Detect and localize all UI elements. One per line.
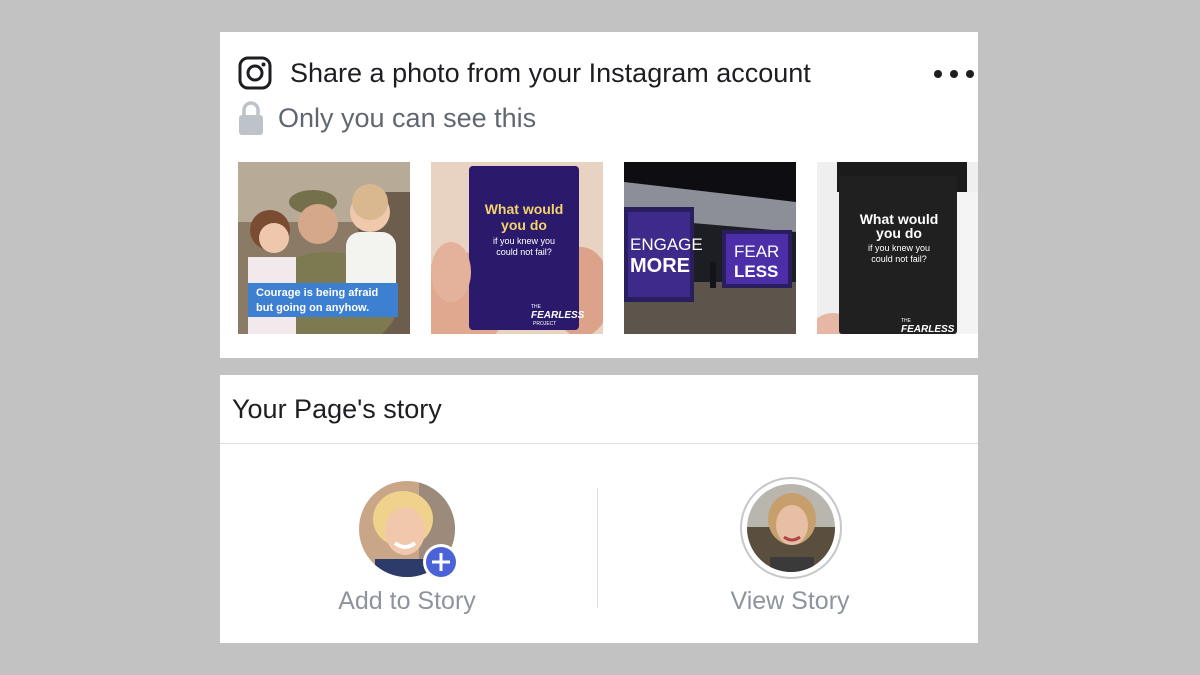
privacy-indicator: Only you can see this xyxy=(238,100,838,136)
card-brand: FEARLESS xyxy=(901,324,955,334)
add-to-story-button[interactable]: Add to Story xyxy=(307,475,507,625)
card-photo-icon: What would you do if you knew you could … xyxy=(431,162,603,334)
banner-text: FEAR xyxy=(734,242,779,261)
banner-text: ENGAGE xyxy=(630,235,703,254)
photo-overlay-line: but going on anyhow. xyxy=(256,302,369,314)
lock-icon xyxy=(239,101,263,135)
card-heading: you do xyxy=(501,217,547,233)
more-options-button[interactable] xyxy=(934,62,974,86)
banner-text: LESS xyxy=(734,262,778,281)
page-story-title: Your Page's story xyxy=(232,394,442,424)
card-brand-bottom: PROJECT xyxy=(533,321,556,327)
add-to-story-label: Add to Story xyxy=(338,587,476,615)
card-body: if you knew you xyxy=(493,236,555,246)
banner-text: MORE xyxy=(630,255,690,277)
card-heading: What would xyxy=(485,201,564,217)
divider xyxy=(220,443,978,444)
view-story-label: View Story xyxy=(730,587,850,615)
card-photo-icon: What would you do if you knew you could … xyxy=(817,162,978,334)
instagram-share-header: Share a photo from your Instagram accoun… xyxy=(238,56,974,92)
instagram-share-title: Share a photo from your Instagram accoun… xyxy=(290,58,811,88)
page-story-card: Your Page's story Add to Story View Stor… xyxy=(220,375,978,643)
instagram-photo-strip[interactable]: Courage is being afraid but going on any… xyxy=(238,162,978,334)
instagram-share-card: Share a photo from your Instagram accoun… xyxy=(220,32,978,358)
instagram-photo[interactable]: What would you do if you knew you could … xyxy=(431,162,603,334)
card-brand: FEARLESS xyxy=(531,310,585,321)
more-options-dot xyxy=(950,70,958,78)
view-story-button[interactable]: View Story xyxy=(690,475,890,625)
card-body: could not fail? xyxy=(496,247,552,257)
privacy-text: Only you can see this xyxy=(278,103,537,133)
instagram-photo[interactable]: ENGAGE MORE FEAR LESS xyxy=(624,162,796,334)
avatar xyxy=(740,477,842,579)
instagram-photo[interactable]: Courage is being afraid but going on any… xyxy=(238,162,410,334)
more-options-dot xyxy=(966,70,974,78)
photo-overlay-line: Courage is being afraid xyxy=(256,287,378,299)
card-body: could not fail? xyxy=(871,254,927,264)
card-heading: you do xyxy=(876,225,922,241)
card-body: if you knew you xyxy=(868,243,930,253)
instagram-photo[interactable]: What would you do if you knew you could … xyxy=(817,162,978,334)
instagram-icon xyxy=(238,56,272,90)
family-photo-icon: Courage is being afraid but going on any… xyxy=(238,162,410,334)
divider xyxy=(597,488,598,608)
more-options-icon xyxy=(934,70,942,78)
plus-icon xyxy=(423,544,459,580)
event-banner-photo-icon: ENGAGE MORE FEAR LESS xyxy=(624,162,796,334)
